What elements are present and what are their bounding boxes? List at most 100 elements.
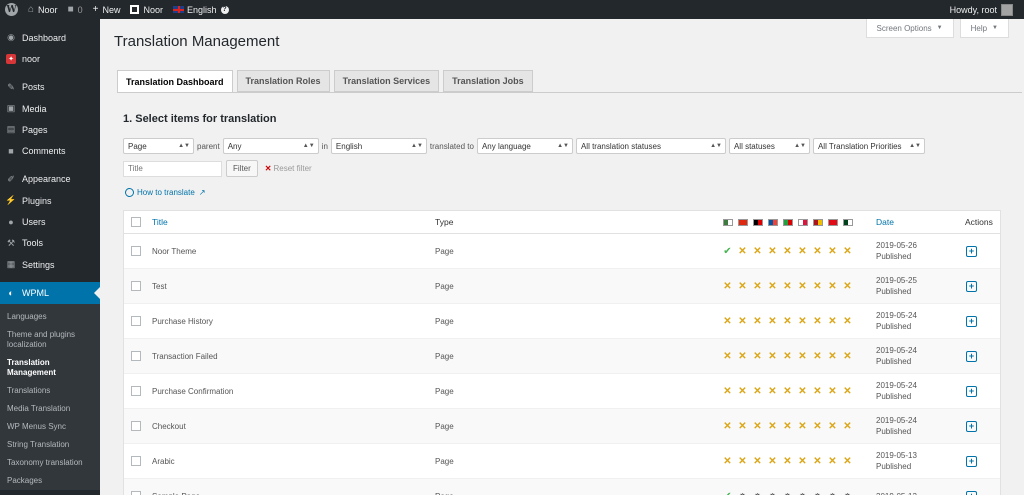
- not-translated-icon[interactable]: ✕: [840, 385, 855, 397]
- not-translated-icon[interactable]: ✕: [780, 420, 795, 432]
- not-translated-icon[interactable]: ✕: [795, 315, 810, 327]
- sidebar-item-appearance[interactable]: ✐ Appearance: [0, 169, 100, 190]
- translation-status-select[interactable]: All translation statuses ▲▼: [575, 138, 726, 154]
- not-translated-icon[interactable]: ✕: [795, 245, 810, 257]
- add-to-basket-icon[interactable]: +: [966, 455, 977, 467]
- filter-button[interactable]: Filter: [226, 160, 258, 177]
- theme-link[interactable]: Noor: [125, 0, 168, 19]
- screen-options-button[interactable]: Screen Options ▼: [865, 19, 954, 38]
- not-translated-icon[interactable]: ✕: [825, 280, 840, 292]
- site-name-link[interactable]: ⌂ Noor: [23, 0, 63, 19]
- not-translated-icon[interactable]: ✕: [780, 455, 795, 467]
- not-translated-icon[interactable]: ✕: [765, 245, 780, 257]
- not-translated-icon[interactable]: ✕: [720, 280, 735, 292]
- tab-translation-services[interactable]: Translation Services: [333, 70, 440, 92]
- help-button[interactable]: Help ▼: [959, 19, 1009, 38]
- not-translated-icon[interactable]: ✕: [750, 385, 765, 397]
- not-translated-icon[interactable]: ✕: [780, 280, 795, 292]
- add-to-basket-icon[interactable]: +: [966, 245, 977, 257]
- language-switcher[interactable]: English?: [168, 0, 234, 19]
- submenu-taxonomy-translation[interactable]: Taxonomy translation: [0, 454, 100, 472]
- not-translated-icon[interactable]: ✕: [720, 350, 735, 362]
- not-translated-icon[interactable]: ✕: [780, 245, 795, 257]
- not-translated-icon[interactable]: ✕: [840, 455, 855, 467]
- not-translated-icon[interactable]: ✕: [735, 280, 750, 292]
- row-checkbox[interactable]: [131, 386, 141, 396]
- comments-link[interactable]: ■ 0: [63, 0, 88, 19]
- title-filter-input[interactable]: [123, 160, 222, 177]
- target-language-select[interactable]: Any language ▲▼: [476, 138, 573, 154]
- not-translated-icon[interactable]: ✕: [840, 350, 855, 362]
- tab-translation-roles[interactable]: Translation Roles: [236, 70, 330, 92]
- reset-filter-link[interactable]: ✕ Reset filter: [265, 164, 312, 173]
- not-translated-icon[interactable]: ✕: [780, 315, 795, 327]
- add-to-basket-icon[interactable]: +: [966, 490, 977, 495]
- gear-icon[interactable]: ⚙: [780, 490, 795, 495]
- not-translated-icon[interactable]: ✕: [825, 455, 840, 467]
- row-checkbox[interactable]: [131, 421, 141, 431]
- source-language-select[interactable]: English ▲▼: [330, 138, 427, 154]
- not-translated-icon[interactable]: ✕: [750, 245, 765, 257]
- submenu-theme-localization[interactable]: Theme and plugins localization: [0, 326, 100, 354]
- parent-select[interactable]: Any ▲▼: [222, 138, 319, 154]
- new-content-link[interactable]: + New: [88, 0, 126, 19]
- status-select[interactable]: All statuses ▲▼: [728, 138, 810, 154]
- submenu-menus-sync[interactable]: WP Menus Sync: [0, 418, 100, 436]
- row-checkbox[interactable]: [131, 351, 141, 361]
- not-translated-icon[interactable]: ✕: [810, 280, 825, 292]
- not-translated-icon[interactable]: ✕: [825, 350, 840, 362]
- not-translated-icon[interactable]: ✕: [810, 245, 825, 257]
- add-to-basket-icon[interactable]: +: [966, 280, 977, 292]
- sidebar-item-wpml[interactable]: ◐ WPML: [0, 282, 100, 304]
- checkmark-icon[interactable]: ✔: [720, 245, 735, 257]
- date-column-header[interactable]: Date: [876, 217, 894, 228]
- add-to-basket-icon[interactable]: +: [966, 420, 977, 432]
- not-translated-icon[interactable]: ✕: [750, 350, 765, 362]
- gear-icon[interactable]: ⚙: [750, 490, 765, 495]
- not-translated-icon[interactable]: ✕: [720, 315, 735, 327]
- not-translated-icon[interactable]: ✕: [810, 350, 825, 362]
- tab-translation-dashboard[interactable]: Translation Dashboard: [117, 70, 233, 94]
- not-translated-icon[interactable]: ✕: [765, 420, 780, 432]
- not-translated-icon[interactable]: ✕: [810, 420, 825, 432]
- gear-icon[interactable]: ⚙: [825, 490, 840, 495]
- select-all-checkbox[interactable]: [131, 217, 141, 227]
- not-translated-icon[interactable]: ✕: [720, 455, 735, 467]
- sidebar-item-settings[interactable]: ▦ Settings: [0, 254, 100, 275]
- not-translated-icon[interactable]: ✕: [840, 280, 855, 292]
- gear-icon[interactable]: ⚙: [765, 490, 780, 495]
- sidebar-item-pages[interactable]: ▤ Pages: [0, 119, 100, 140]
- submenu-media-translation[interactable]: Media Translation: [0, 400, 100, 418]
- not-translated-icon[interactable]: ✕: [735, 420, 750, 432]
- not-translated-icon[interactable]: ✕: [840, 315, 855, 327]
- not-translated-icon[interactable]: ✕: [750, 455, 765, 467]
- not-translated-icon[interactable]: ✕: [780, 350, 795, 362]
- how-to-translate-link[interactable]: How to translate ↗: [125, 188, 206, 197]
- row-checkbox[interactable]: [131, 246, 141, 256]
- not-translated-icon[interactable]: ✕: [840, 420, 855, 432]
- row-checkbox[interactable]: [131, 316, 141, 326]
- not-translated-icon[interactable]: ✕: [795, 455, 810, 467]
- sidebar-item-noor[interactable]: ✦ noor: [0, 48, 100, 69]
- submenu-string-translation[interactable]: String Translation: [0, 436, 100, 454]
- row-checkbox[interactable]: [131, 281, 141, 291]
- not-translated-icon[interactable]: ✕: [840, 245, 855, 257]
- sidebar-item-plugins[interactable]: ⚡ Plugins: [0, 190, 100, 211]
- row-checkbox[interactable]: [131, 491, 141, 495]
- sidebar-item-posts[interactable]: ✎ Posts: [0, 77, 100, 98]
- not-translated-icon[interactable]: ✕: [735, 315, 750, 327]
- not-translated-icon[interactable]: ✕: [795, 420, 810, 432]
- not-translated-icon[interactable]: ✕: [735, 385, 750, 397]
- not-translated-icon[interactable]: ✕: [735, 245, 750, 257]
- not-translated-icon[interactable]: ✕: [765, 455, 780, 467]
- add-to-basket-icon[interactable]: +: [966, 350, 977, 362]
- not-translated-icon[interactable]: ✕: [750, 315, 765, 327]
- not-translated-icon[interactable]: ✕: [795, 350, 810, 362]
- not-translated-icon[interactable]: ✕: [720, 385, 735, 397]
- not-translated-icon[interactable]: ✕: [750, 280, 765, 292]
- not-translated-icon[interactable]: ✕: [795, 385, 810, 397]
- not-translated-icon[interactable]: ✕: [735, 455, 750, 467]
- sidebar-item-tools[interactable]: ⚒ Tools: [0, 233, 100, 254]
- not-translated-icon[interactable]: ✕: [720, 420, 735, 432]
- not-translated-icon[interactable]: ✕: [750, 420, 765, 432]
